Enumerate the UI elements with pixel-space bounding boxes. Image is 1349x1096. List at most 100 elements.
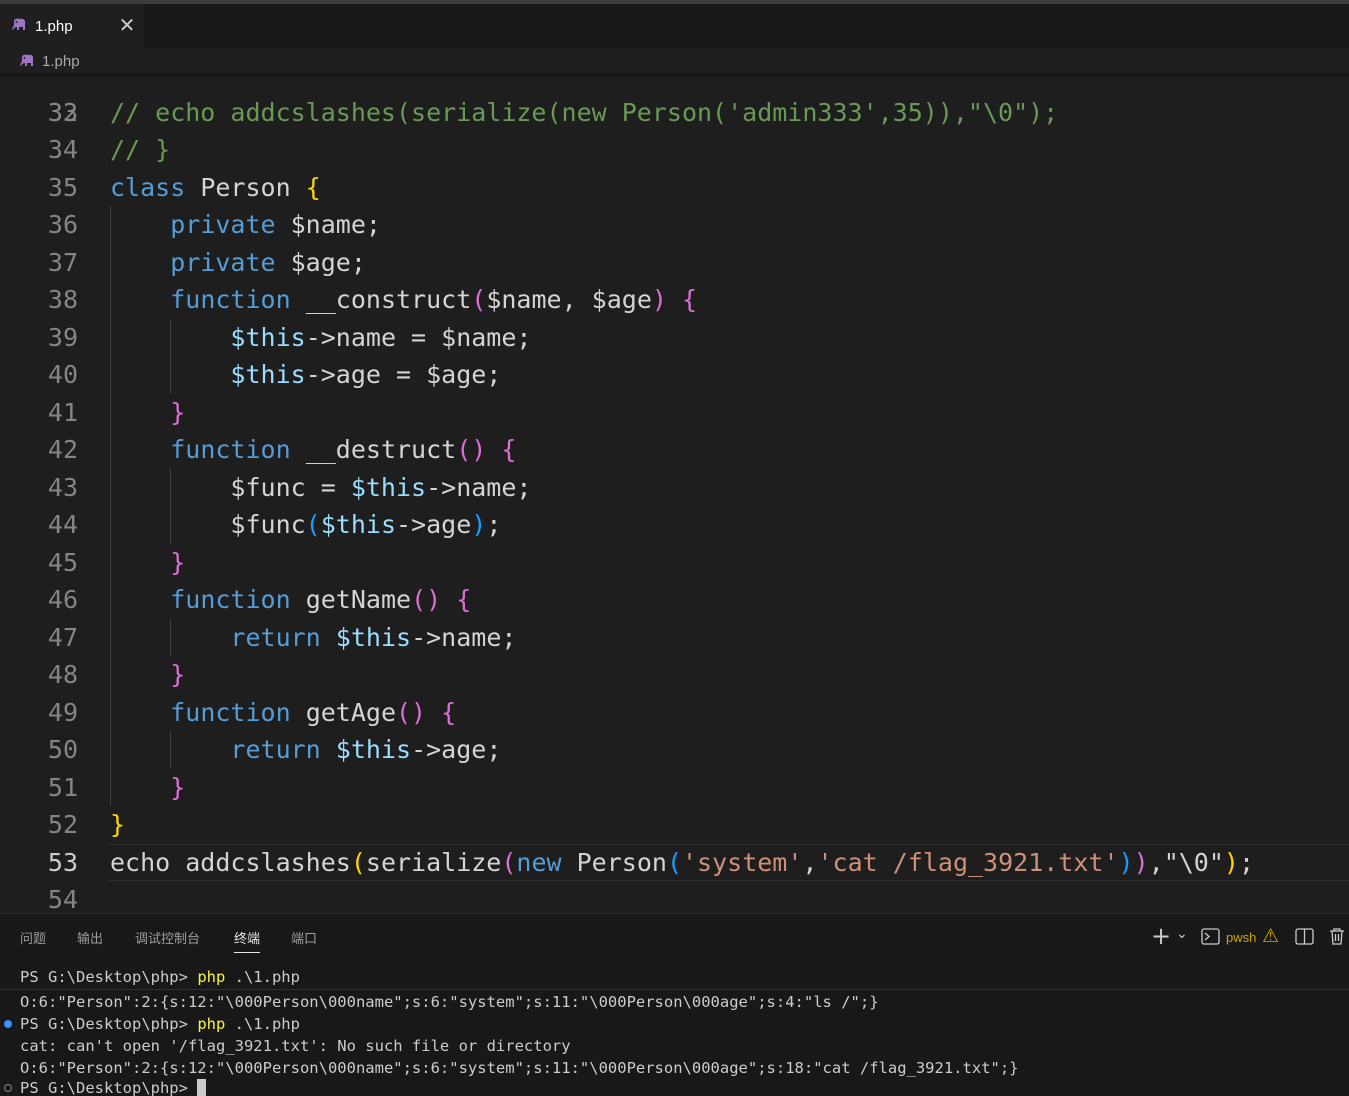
code-line: 43 $func = $this->name;	[0, 468, 1349, 506]
code-token: 'system'	[682, 847, 803, 877]
line-number: 40	[47, 360, 78, 389]
tab-debug-console[interactable]: 调试控制台	[135, 928, 200, 947]
code-line: 49 function getAge() {	[0, 693, 1349, 732]
code-token: $this	[350, 472, 427, 502]
code-token: class	[110, 172, 186, 202]
line-number: 33	[47, 97, 78, 127]
line-code: }	[110, 806, 125, 844]
warning-icon[interactable]: ⚠	[1262, 925, 1279, 947]
code-token: Person	[185, 172, 306, 202]
code-token: ()	[456, 435, 487, 464]
code-line: 34	[0, 131, 1349, 169]
code-line: 44 $func($this->age);	[0, 506, 1349, 544]
tab-problems[interactable]: 问题	[20, 928, 46, 947]
code-token: function	[170, 697, 291, 727]
line-number: 46	[47, 585, 78, 614]
line-code: }	[110, 394, 185, 432]
code-token: ;	[486, 510, 502, 539]
tab-filename: 1.php	[35, 18, 73, 35]
code-token: )	[471, 510, 487, 539]
close-icon[interactable]: ✕	[116, 14, 138, 36]
code-token: __destruct	[290, 435, 457, 464]
line-code: }	[110, 769, 185, 807]
editor-tab[interactable]: 1.php ✕	[0, 4, 144, 48]
new-terminal-icon[interactable]: +	[1151, 922, 1171, 950]
code-token: serialize	[365, 847, 502, 877]
line-number: 51	[47, 772, 78, 802]
line-number: 37	[47, 247, 78, 277]
code-token: function	[170, 285, 291, 314]
code-token: {	[456, 585, 472, 614]
command-pending-dot[interactable]	[4, 1084, 12, 1092]
line-number: 53	[47, 847, 78, 877]
tab-ports[interactable]: 端口	[291, 928, 317, 947]
line-code: private $name;	[110, 206, 381, 244]
trash-icon[interactable]	[1328, 927, 1346, 946]
code-token: __construct	[290, 285, 472, 314]
code-token: (	[305, 510, 321, 539]
code-lines: 32 // } 33 // echo addcslashes(serialize(…	[0, 77, 1349, 913]
terminal-command: php	[197, 968, 226, 986]
code-line: 38 function __construct($name, $age) {	[0, 281, 1349, 319]
code-token: (	[501, 847, 517, 877]
split-terminal-icon[interactable]	[1295, 928, 1314, 945]
code-token: $name, $age	[486, 285, 652, 314]
code-token: getAge	[290, 697, 396, 727]
code-token: ->name;	[411, 622, 517, 652]
terminal-cursor	[197, 1079, 207, 1096]
line-number: 45	[47, 547, 78, 577]
terminal-prompt-line: PS G:\Desktop\php> php .\1.php	[20, 968, 300, 986]
chevron-down-icon[interactable]: ⌄	[1176, 926, 1188, 942]
code-editor[interactable]: 32 // } 33 // echo addcslashes(serialize(…	[0, 77, 1349, 913]
line-number: 42	[47, 435, 78, 464]
shell-name[interactable]: pwsh	[1226, 930, 1256, 945]
code-token: {	[441, 697, 457, 727]
terminal-command-args: .\1.php	[225, 968, 300, 986]
code-line: 39 $this->name = $name;	[0, 318, 1349, 356]
tab-terminal[interactable]: 终端	[234, 928, 261, 953]
terminal-shell-icon[interactable]	[1201, 928, 1220, 945]
code-token: )	[1133, 847, 1149, 877]
terminal-output[interactable]: PS G:\Desktop\php> php .\1.php O:6:"Perso…	[0, 966, 1349, 1096]
code-line: 50 return $this->age;	[0, 731, 1349, 769]
line-code: function getAge() {	[110, 694, 456, 732]
code-token: ->name;	[426, 472, 532, 502]
code-token: 'cat /flag_3921.txt'	[817, 847, 1119, 877]
code-token: $func	[110, 510, 306, 539]
code-token: {	[501, 435, 517, 464]
code-token: }	[170, 660, 186, 689]
code-token: )	[1118, 847, 1134, 877]
code-token: {	[682, 285, 698, 314]
code-token: ,	[802, 847, 818, 877]
code-token: ;	[1238, 847, 1255, 877]
line-number: 48	[47, 660, 78, 689]
code-token: (	[350, 847, 366, 877]
code-line-partial: 32 // }	[0, 77, 1349, 165]
line-number: 36	[47, 210, 78, 239]
code-token: {	[305, 172, 321, 202]
breadcrumb-filename[interactable]: 1.php	[42, 53, 80, 70]
line-code: }	[110, 656, 185, 694]
code-token: (	[471, 285, 487, 314]
command-success-dot[interactable]	[4, 1020, 12, 1028]
line-code: function __destruct() {	[110, 431, 516, 469]
code-token: ->age;	[411, 735, 502, 764]
code-token: $this	[335, 622, 412, 652]
code-line: 51 }	[0, 768, 1349, 807]
code-token: private	[170, 210, 276, 239]
tab-output[interactable]: 输出	[77, 928, 103, 947]
line-number: 50	[47, 735, 78, 764]
code-line: 54	[0, 881, 1349, 913]
terminal-prompt: PS G:\Desktop\php>	[20, 1079, 198, 1096]
terminal-output-line: cat: can't open '/flag_3921.txt': No suc…	[20, 1037, 571, 1055]
code-token: new	[516, 847, 562, 877]
